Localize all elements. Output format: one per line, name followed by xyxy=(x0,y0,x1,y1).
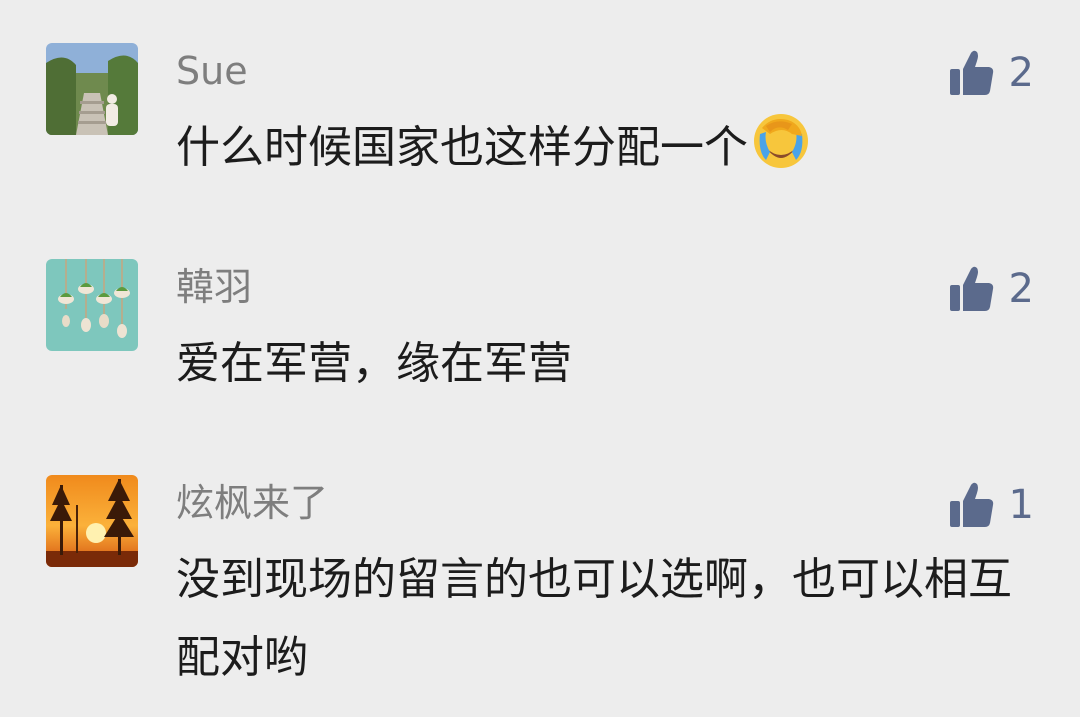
like-count: 2 xyxy=(1008,266,1034,312)
avatar[interactable] xyxy=(46,259,138,351)
comment-text: 爱在军营，缘在军营 xyxy=(176,338,572,389)
comment-text: 没到现场的留言的也可以选啊，也可以相互配对哟 xyxy=(176,554,1012,683)
thumbs-up-icon[interactable] xyxy=(949,49,995,97)
comment-author[interactable]: 炫枫来了 xyxy=(176,481,328,525)
like-button[interactable]: 1 xyxy=(949,479,1034,531)
comment-list: Sue 2 什么时候国家也这样分配一个 韓羽 2 爱在军营，缘在军营 炫枫来了 … xyxy=(0,0,1080,717)
like-button[interactable]: 2 xyxy=(949,47,1034,99)
like-count: 2 xyxy=(1008,50,1034,96)
avatar-image xyxy=(46,43,138,135)
avatar[interactable] xyxy=(46,475,138,567)
face-palm-crying-emoji xyxy=(752,112,810,170)
like-button[interactable]: 2 xyxy=(949,263,1034,315)
like-count: 1 xyxy=(1008,482,1034,528)
comment-author[interactable]: 韓羽 xyxy=(176,265,252,309)
comment-author[interactable]: Sue xyxy=(176,49,248,93)
avatar-image xyxy=(46,259,138,351)
comment-text: 什么时候国家也这样分配一个 xyxy=(176,109,1016,187)
comment-text-content: 什么时候国家也这样分配一个 xyxy=(176,122,748,173)
avatar-image xyxy=(46,475,138,567)
thumbs-up-icon[interactable] xyxy=(949,481,995,529)
thumbs-up-icon[interactable] xyxy=(949,265,995,313)
avatar[interactable] xyxy=(46,43,138,135)
